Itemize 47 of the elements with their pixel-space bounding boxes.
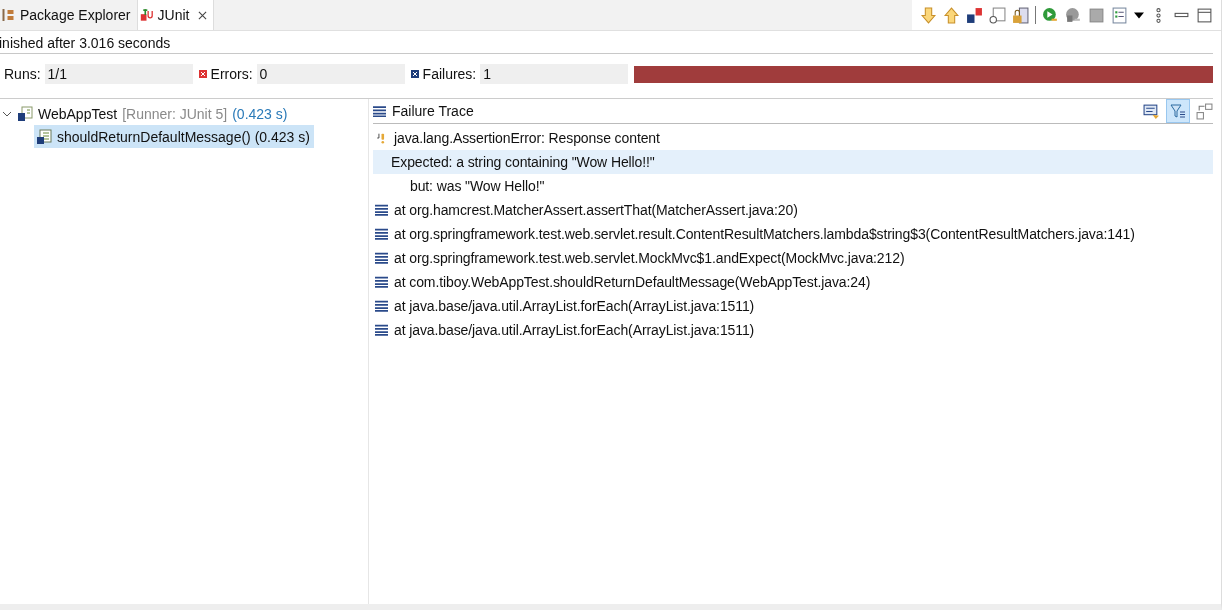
compare-icon[interactable] bbox=[1143, 102, 1160, 120]
panel-title: Failure Trace bbox=[392, 103, 474, 119]
stack-frame-icon bbox=[375, 204, 388, 216]
stack-frame-icon bbox=[375, 228, 388, 240]
stack-frame-icon bbox=[375, 252, 388, 264]
stack-frame-icon bbox=[375, 324, 388, 336]
status-text: inished after 3.016 seconds bbox=[0, 31, 1213, 54]
trace-line[interactable]: at org.springframework.test.web.servlet.MockMvc$1.andExpect(MockMvc.java:212) bbox=[373, 246, 1213, 270]
maximize-icon[interactable] bbox=[1196, 6, 1213, 24]
view-tab[interactable]: Package Explorer bbox=[0, 0, 138, 30]
lock-icon[interactable] bbox=[1012, 6, 1029, 24]
test-class-icon bbox=[17, 105, 33, 122]
tree-item[interactable]: shouldReturnDefaultMessage() (0.423 s) bbox=[34, 125, 314, 148]
tree-item[interactable]: WebAppTest [Runner: JUnit 5] (0.423 s) bbox=[0, 102, 292, 125]
down-arrow-icon[interactable] bbox=[920, 6, 937, 24]
errors-label: Errors: bbox=[210, 66, 253, 82]
history-icon[interactable] bbox=[1111, 6, 1128, 24]
trace-line[interactable]: but: was "Wow Hello!" bbox=[373, 174, 1213, 198]
stack-trace-icon bbox=[373, 105, 386, 117]
trace-line[interactable]: at org.springframework.test.web.servlet.result.ContentResultMatchers.lambda$string$3(ContentResultMatchers.java:141) bbox=[373, 222, 1213, 246]
runs-count: 1/1 bbox=[44, 64, 193, 84]
error-icon bbox=[198, 70, 207, 78]
filter-icon bbox=[1170, 103, 1186, 119]
trace-line[interactable]: at com.tiboy.WebAppTest.shouldReturnDefaultMessage(WebAppTest.java:24) bbox=[373, 270, 1213, 294]
trace-line[interactable]: at java.base/java.util.ArrayList.forEach(ArrayList.java:1511) bbox=[373, 318, 1213, 342]
trace-line[interactable]: at java.base/java.util.ArrayList.forEach(ArrayList.java:1511) bbox=[373, 294, 1213, 318]
filter-button[interactable] bbox=[1166, 99, 1190, 123]
dropdown-icon[interactable] bbox=[1134, 11, 1144, 19]
package-icon bbox=[2, 8, 15, 22]
failures-count: 1 bbox=[480, 64, 629, 84]
close-icon[interactable] bbox=[198, 10, 208, 20]
runs-label: Runs: bbox=[4, 66, 41, 82]
failures-label: Failures: bbox=[422, 66, 477, 82]
trace-line[interactable]: at org.hamcrest.MatcherAssert.assertThat(MatcherAssert.java:20) bbox=[373, 198, 1213, 222]
failure-icon bbox=[410, 70, 419, 78]
errors-count: 0 bbox=[256, 64, 405, 84]
stop-icon[interactable] bbox=[1088, 6, 1105, 24]
up-arrow-icon[interactable] bbox=[943, 6, 960, 24]
stack-frame-icon bbox=[375, 300, 388, 312]
rerun-icon[interactable] bbox=[1042, 6, 1059, 24]
stack-frame-icon bbox=[375, 276, 388, 288]
layout-icon[interactable] bbox=[1196, 102, 1213, 120]
failures-only-icon[interactable] bbox=[966, 6, 983, 24]
view-tab[interactable]: JUnit bbox=[137, 0, 215, 30]
trace-line[interactable]: java.lang.AssertionError: Response content bbox=[373, 126, 1213, 150]
junit-icon bbox=[139, 8, 153, 22]
test-method-icon bbox=[36, 128, 52, 145]
